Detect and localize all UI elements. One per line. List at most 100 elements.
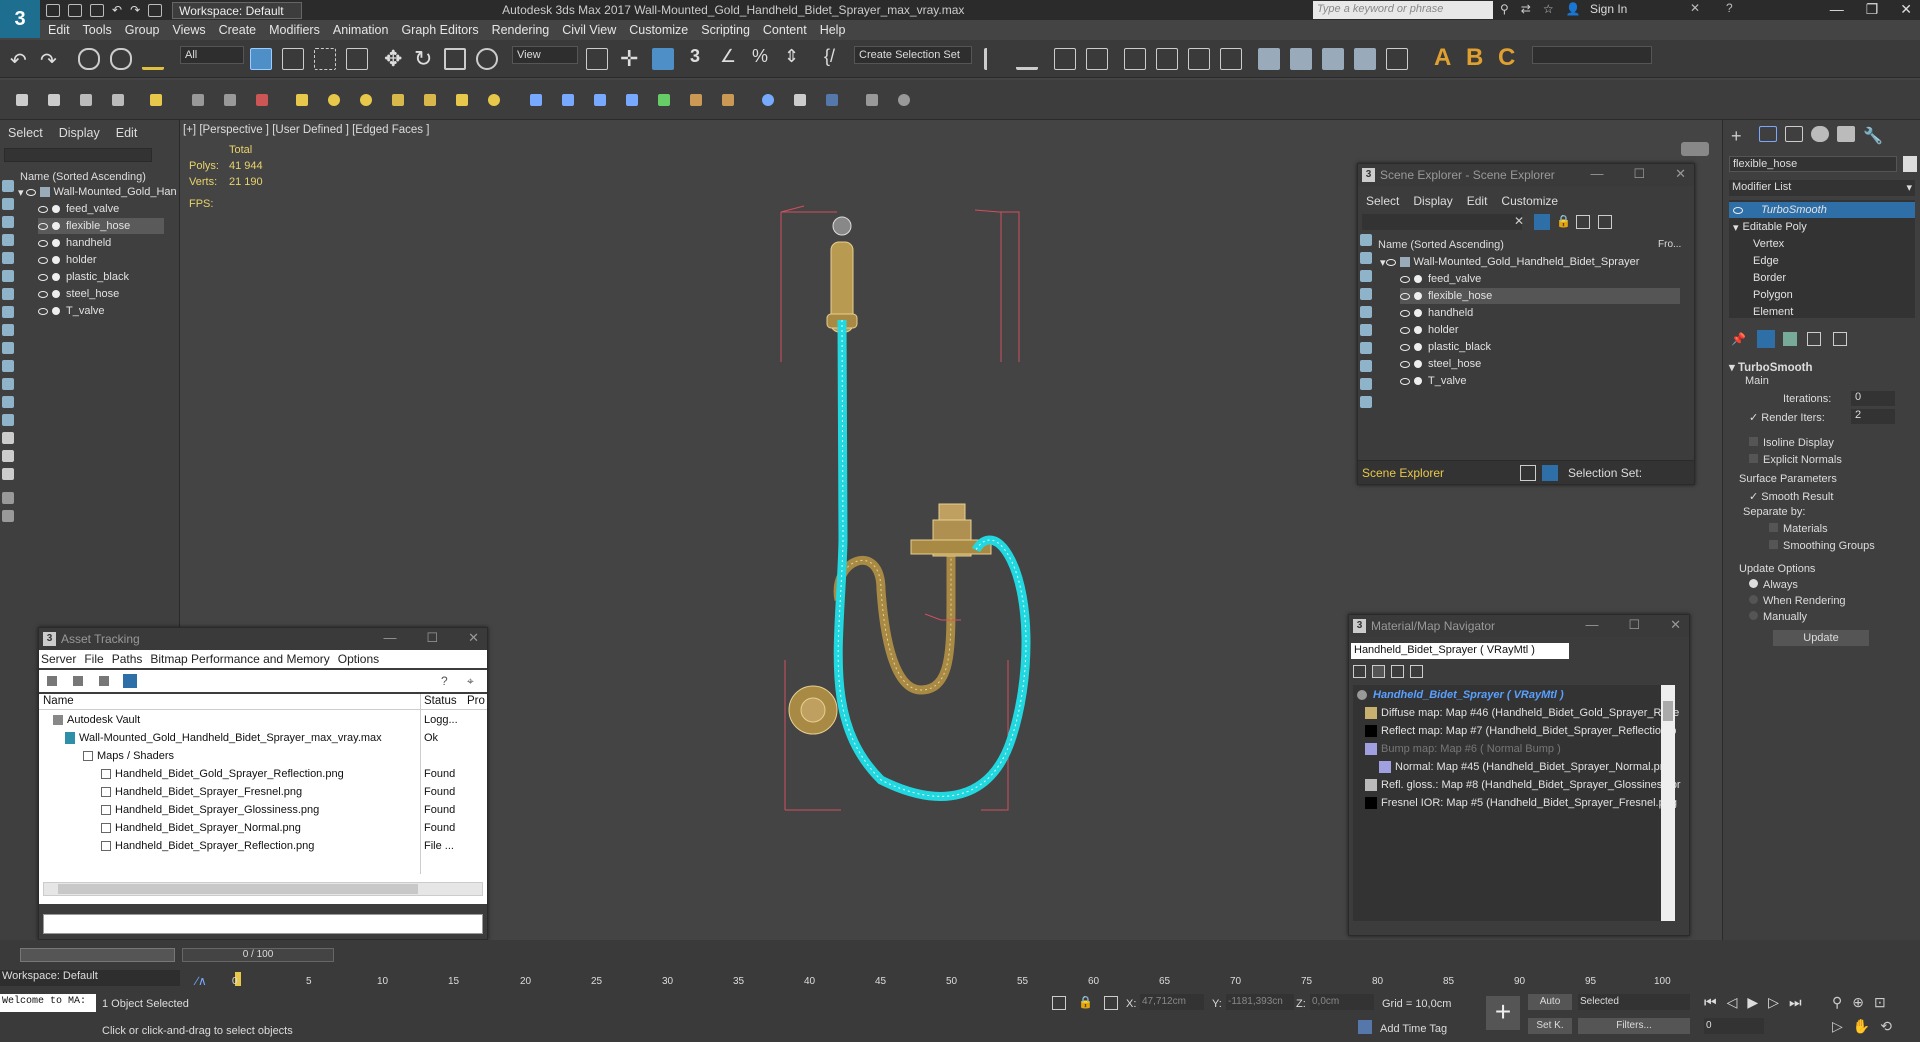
geosphere-icon[interactable]	[360, 94, 372, 106]
display-all-icon[interactable]	[2, 414, 14, 426]
display-invert-icon[interactable]	[2, 432, 14, 444]
menu-scripting[interactable]: Scripting	[701, 23, 750, 37]
window-crossing-icon[interactable]	[346, 48, 368, 70]
eye-icon[interactable]	[1400, 275, 1410, 283]
eye-icon[interactable]	[1385, 258, 1396, 266]
se-display-groups-icon[interactable]	[1360, 342, 1372, 354]
material-name-field[interactable]: Handheld_Bidet_Sprayer ( VRayMtl )	[1351, 643, 1569, 659]
at-tool-icon-1[interactable]	[47, 676, 57, 686]
z-coord-field[interactable]: 0,0cm	[1310, 994, 1374, 1010]
filter-icon[interactable]	[2, 492, 14, 504]
sphere-icon[interactable]	[328, 94, 340, 106]
star-shape-icon[interactable]	[456, 94, 468, 106]
se-display-shapes-icon[interactable]	[1360, 252, 1372, 264]
render-iterative-icon[interactable]	[1354, 48, 1376, 70]
se-footer-label[interactable]: Scene Explorer	[1362, 466, 1444, 480]
display-frozen-icon[interactable]	[2, 378, 14, 390]
display-none-icon[interactable]	[2, 180, 14, 192]
display-spacewarps-icon[interactable]	[2, 288, 14, 300]
eye-icon[interactable]	[1733, 206, 1743, 214]
left-tab-display[interactable]: Display	[59, 126, 100, 140]
minimize-icon[interactable]: —	[1830, 1, 1844, 18]
menu-tools[interactable]: Tools	[83, 23, 112, 37]
user-icon[interactable]: 👤	[1566, 2, 1581, 16]
select-by-name-icon[interactable]	[282, 48, 304, 70]
at-menu-paths[interactable]: Paths	[112, 652, 143, 666]
se-display-lights-icon[interactable]	[1360, 270, 1372, 282]
display-xrefs-icon[interactable]	[2, 324, 14, 336]
at-horizontal-scrollbar[interactable]	[43, 882, 483, 896]
lock-icon[interactable]: 🔒	[1556, 214, 1571, 228]
left-tab-edit[interactable]: Edit	[116, 126, 138, 140]
stack-turbosmooth[interactable]: TurboSmooth	[1729, 202, 1915, 218]
se-menu-edit[interactable]: Edit	[1467, 194, 1488, 208]
rendered-frame-icon[interactable]	[1290, 48, 1312, 70]
zoom-icon[interactable]: ⚲	[1832, 994, 1842, 1011]
filter-icon[interactable]	[1534, 214, 1550, 230]
previous-frame-icon[interactable]: ◁	[1727, 994, 1738, 1011]
left-panel-column-header[interactable]: Name (Sorted Ascending)	[20, 171, 146, 183]
isoline-row[interactable]: Isoline Display	[1749, 437, 1834, 449]
minimize-icon[interactable]: —	[1590, 166, 1603, 182]
create-tab-icon[interactable]: +	[1731, 126, 1749, 146]
close-icon[interactable]: ✕	[468, 630, 479, 646]
iterations-spinner[interactable]: 0	[1851, 391, 1895, 406]
display-bones-icon[interactable]	[2, 342, 14, 354]
se-column-header[interactable]: Name (Sorted Ascending)	[1378, 239, 1504, 251]
field-of-view-icon[interactable]: ▷	[1832, 1018, 1843, 1035]
reference-coordinate-dropdown[interactable]: View	[512, 46, 578, 64]
menu-content[interactable]: Content	[763, 23, 807, 37]
angle-snap-icon[interactable]: ∠	[720, 46, 742, 68]
rollout-title[interactable]: ▾ TurboSmooth	[1729, 360, 1915, 374]
se-menu-customize[interactable]: Customize	[1501, 194, 1558, 208]
material-editor-icon[interactable]	[1220, 48, 1242, 70]
go-to-end-icon[interactable]: ⏭	[1789, 994, 1802, 1011]
se-tree-item[interactable]: handheld	[1400, 305, 1473, 321]
at-row[interactable]: Autodesk Vault	[53, 712, 140, 728]
layer-scrollbar[interactable]	[20, 948, 175, 962]
se-display-bones-icon[interactable]	[1360, 378, 1372, 390]
stack-editable-poly[interactable]: ▾ Editable Poly	[1733, 219, 1807, 235]
display-shapes-icon[interactable]	[2, 216, 14, 228]
project-icon[interactable]	[148, 3, 163, 17]
track-bar[interactable]: 0 5 10 15 20 25 30 35 40 45 50 55 60 65 …	[230, 972, 1671, 990]
explicit-normals-checkbox[interactable]	[1749, 454, 1758, 463]
layer-explorer-icon[interactable]	[1054, 48, 1076, 70]
material-navigator-title-bar[interactable]: 3 Material/Map Navigator — ☐ ✕	[1349, 615, 1689, 637]
light-icon-3[interactable]	[594, 94, 606, 106]
menu-animation[interactable]: Animation	[333, 23, 389, 37]
at-tool-icon-4[interactable]	[123, 674, 137, 688]
current-frame-field[interactable]: 0	[1704, 1018, 1764, 1034]
large-icons-view-icon[interactable]	[1410, 665, 1423, 678]
play-icon[interactable]: ▶	[1747, 994, 1758, 1011]
move-icon[interactable]: ✥	[384, 46, 406, 71]
menu-modifiers[interactable]: Modifiers	[269, 23, 320, 37]
zoom-extents-icon[interactable]: ⊡	[1874, 994, 1886, 1011]
auto-key-button[interactable]: Auto	[1528, 994, 1572, 1010]
light-icon-2[interactable]	[562, 94, 574, 106]
display-helpers-icon[interactable]	[2, 270, 14, 282]
display-children-icon[interactable]	[2, 450, 14, 462]
helper-icon-1[interactable]	[658, 94, 670, 106]
se-menu-display[interactable]: Display	[1413, 194, 1452, 208]
helper-icon-2[interactable]	[690, 94, 702, 106]
manually-row[interactable]: Manually	[1749, 611, 1807, 623]
at-menu-options[interactable]: Options	[338, 652, 379, 666]
display-hidden-icon[interactable]	[2, 396, 14, 408]
left-tree-item[interactable]: plastic_black	[38, 269, 129, 285]
left-tree-item[interactable]: holder	[38, 252, 97, 268]
at-menu-server[interactable]: Server	[41, 652, 76, 666]
close-icon[interactable]: ✕	[1675, 166, 1686, 182]
schematic-view-icon[interactable]	[1188, 48, 1210, 70]
box-icon[interactable]	[296, 94, 308, 106]
hierarchy-icon[interactable]	[1576, 215, 1590, 229]
eye-icon[interactable]	[1400, 343, 1410, 351]
se-display-spacewarps-icon[interactable]	[1360, 324, 1372, 336]
select-object-icon[interactable]	[250, 48, 272, 70]
mn-map-item-disabled[interactable]: Bump map: Map #6 ( Normal Bump )	[1365, 741, 1561, 757]
menu-civil-view[interactable]: Civil View	[562, 23, 616, 37]
hierarchy-icon[interactable]	[2, 510, 14, 522]
mn-map-item[interactable]: Reflect map: Map #7 (Handheld_Bidet_Spra…	[1365, 723, 1676, 739]
render-iters-spinner[interactable]: 2	[1851, 409, 1895, 424]
add-key-icon[interactable]: +	[1486, 996, 1520, 1030]
